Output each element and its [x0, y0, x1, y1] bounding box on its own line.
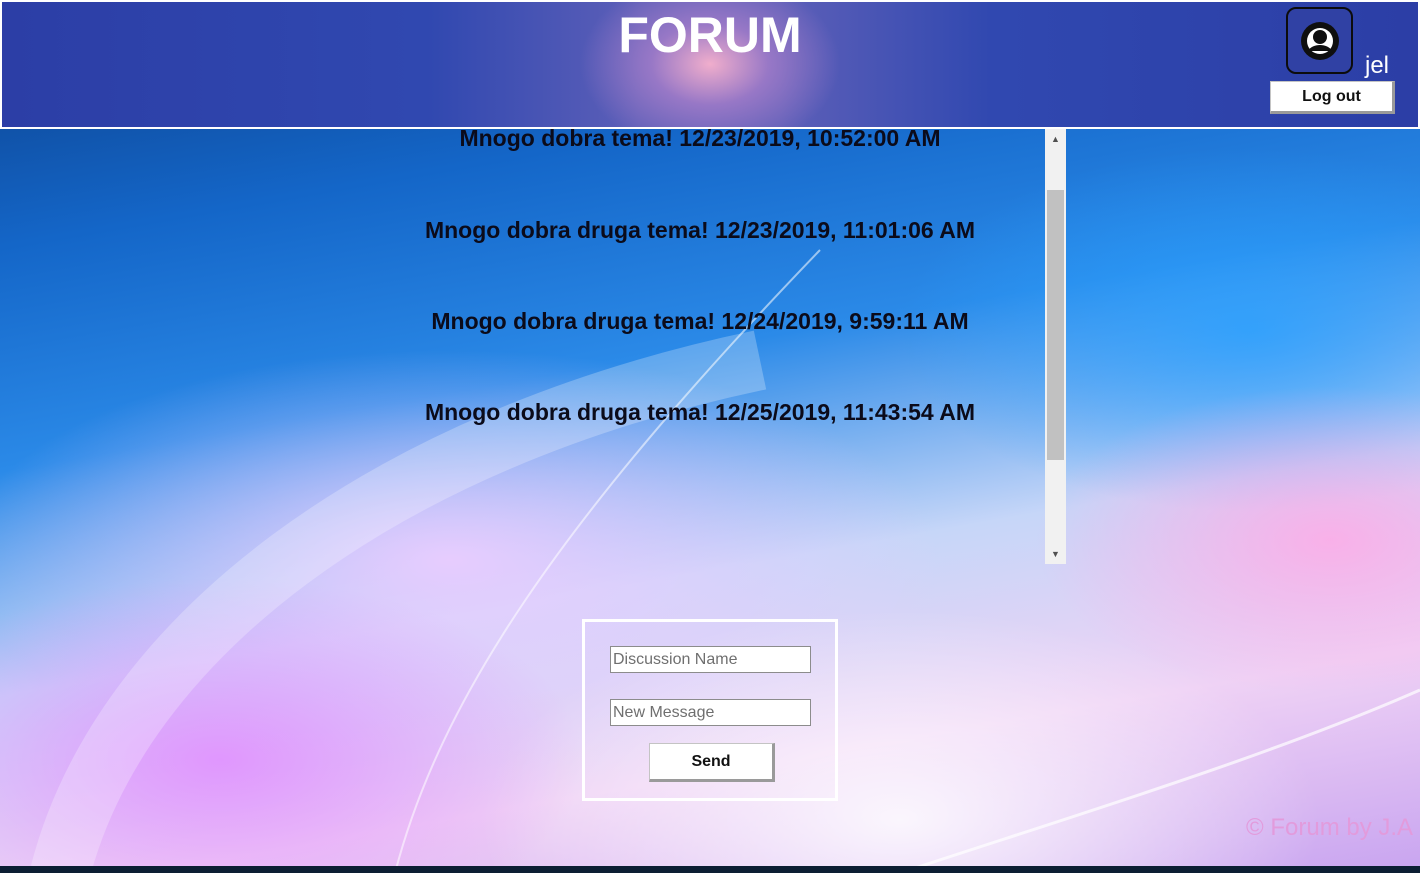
message-item: Mnogo dobra druga tema! 12/24/2019, 9:59… [431, 308, 969, 334]
messages-panel[interactable]: Mnogo dobra tema! 12/23/2019, 10:52:00 A… [356, 129, 1066, 564]
scroll-thumb[interactable] [1047, 190, 1064, 460]
new-message-form: Send [582, 619, 838, 801]
bottom-bar [0, 866, 1420, 873]
discussion-name-input[interactable] [610, 646, 811, 673]
new-message-input[interactable] [610, 699, 811, 726]
messages-scrollbar[interactable]: ▲ ▼ [1045, 129, 1066, 564]
message-item: Mnogo dobra tema! 12/23/2019, 10:52:00 A… [459, 129, 941, 151]
scroll-down-arrow-icon[interactable]: ▼ [1045, 544, 1066, 564]
avatar[interactable] [1286, 7, 1353, 74]
username: jel [1365, 52, 1390, 79]
logout-button[interactable]: Log out [1270, 81, 1395, 114]
header: FORUM jel Log out [0, 0, 1420, 129]
message-item: Mnogo dobra druga tema! 12/25/2019, 11:4… [424, 399, 976, 425]
message-item: Mnogo dobra druga tema! 12/23/2019, 11:0… [424, 217, 976, 243]
user-circle-icon [1300, 21, 1339, 60]
page-title: FORUM [618, 7, 802, 63]
footer-credit: © Forum by J.A [1246, 814, 1414, 841]
scroll-up-arrow-icon[interactable]: ▲ [1045, 129, 1066, 149]
messages-list: Mnogo dobra tema! 12/23/2019, 10:52:00 A… [356, 129, 1044, 490]
send-button[interactable]: Send [649, 743, 775, 782]
